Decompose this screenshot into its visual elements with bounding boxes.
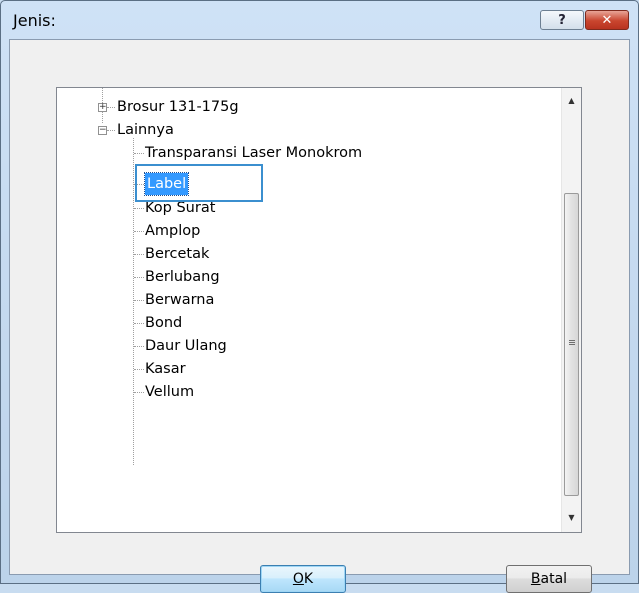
ok-mnemonic: O — [292, 571, 304, 587]
tree-item-berlubang[interactable]: Berlubang — [145, 266, 220, 288]
tree-connector — [134, 392, 144, 393]
dialog-client-area: + Brosur 131-175g − Lainnya Transparansi… — [9, 39, 630, 593]
grip-line — [569, 340, 575, 341]
close-icon: ✕ — [601, 12, 613, 28]
dialog-window: Jenis: ? ✕ + Brosur 131-175g − Lainnya T… — [0, 0, 639, 593]
title-bar[interactable]: Jenis: ? ✕ — [1, 1, 638, 39]
tree-item-berwarna[interactable]: Berwarna — [145, 289, 214, 311]
tree-connector — [134, 208, 144, 209]
close-button[interactable]: ✕ — [585, 10, 629, 30]
tree-connector — [134, 323, 144, 324]
tree-connector — [134, 277, 144, 278]
scroll-up-icon[interactable]: ▲ — [562, 92, 581, 109]
ok-button[interactable]: OK — [260, 565, 346, 593]
tree-connector — [134, 300, 144, 301]
grip-line — [569, 344, 575, 345]
dialog-title: Jenis: — [13, 11, 56, 30]
help-button[interactable]: ? — [540, 10, 584, 30]
tree-view: + Brosur 131-175g − Lainnya Transparansi… — [57, 88, 563, 532]
tree-item-bond[interactable]: Bond — [145, 312, 182, 334]
grip-line — [569, 342, 575, 343]
collapse-icon[interactable]: − — [98, 126, 107, 135]
tree-connector — [107, 107, 115, 108]
cancel-mnemonic: B — [530, 571, 541, 587]
selection-focus-frame — [135, 164, 263, 202]
tree-item-lainnya[interactable]: Lainnya — [117, 119, 174, 141]
expand-icon[interactable]: + — [98, 103, 107, 112]
tree-connector — [134, 231, 144, 232]
tree-item-vellum[interactable]: Vellum — [145, 381, 194, 403]
cancel-button[interactable]: Batal — [506, 565, 592, 593]
tree-connector — [134, 153, 144, 154]
tree-item-amplop[interactable]: Amplop — [145, 220, 200, 242]
scrollbar-thumb[interactable] — [564, 193, 579, 496]
tree-item-bercetak[interactable]: Bercetak — [145, 243, 209, 265]
paper-type-tree[interactable]: + Brosur 131-175g − Lainnya Transparansi… — [56, 87, 582, 533]
tree-item-kasar[interactable]: Kasar — [145, 358, 186, 380]
tree-item-daur-ulang[interactable]: Daur Ulang — [145, 335, 227, 357]
tree-connector — [134, 346, 144, 347]
cancel-label: atal — [540, 571, 568, 587]
tree-connector — [107, 130, 115, 131]
tree-item-transparansi[interactable]: Transparansi Laser Monokrom — [145, 142, 362, 164]
help-icon: ? — [558, 12, 566, 28]
scroll-down-icon[interactable]: ▼ — [562, 509, 581, 526]
tree-connector — [134, 369, 144, 370]
vertical-scrollbar[interactable]: ▲ ▼ — [561, 88, 581, 532]
tree-item-brosur[interactable]: Brosur 131-175g — [117, 96, 239, 118]
ok-label: K — [303, 571, 314, 587]
tree-connector — [134, 254, 144, 255]
tree-connector — [133, 138, 134, 465]
